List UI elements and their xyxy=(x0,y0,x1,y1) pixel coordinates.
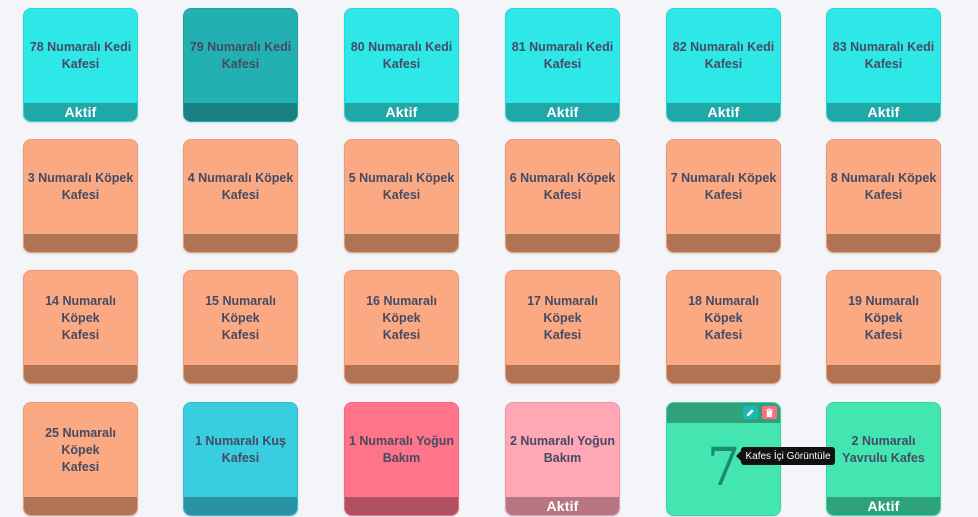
cage-status xyxy=(667,365,780,383)
cage-card-dog-8[interactable]: 8 Numaralı Köpek Kafesi xyxy=(826,139,941,253)
pencil-icon[interactable] xyxy=(743,406,758,419)
cage-card-dog-6[interactable]: 6 Numaralı Köpek Kafesi xyxy=(505,139,620,253)
cage-title: 19 Numaralı Köpek Kafesi xyxy=(848,293,919,342)
cage-status: Aktif xyxy=(345,103,458,121)
cage-card-cat-80[interactable]: 80 Numaralı Kedi Kafesi Aktif xyxy=(344,8,459,122)
cage-title: 5 Numaralı Köpek Kafesi xyxy=(348,171,455,202)
cage-status xyxy=(345,234,458,252)
cage-title: 2 Numaralı Yavrulu Kafes xyxy=(842,434,925,465)
cage-card-intensive-care-1[interactable]: 1 Numaralı Yoğun Bakım xyxy=(344,402,459,516)
cage-title: 4 Numaralı Köpek Kafesi xyxy=(187,171,294,202)
cage-status: Aktif xyxy=(506,497,619,515)
trash-icon[interactable] xyxy=(762,406,777,419)
cage-title: 81 Numaralı Kedi Kafesi xyxy=(511,40,614,71)
cage-status xyxy=(184,103,297,121)
cage-status xyxy=(24,234,137,252)
cage-card-dog-16[interactable]: 16 Numaralı Köpek Kafesi xyxy=(344,270,459,384)
cage-status xyxy=(24,497,137,515)
cage-card-dog-17[interactable]: 17 Numaralı Köpek Kafesi xyxy=(505,270,620,384)
cage-status xyxy=(184,497,297,515)
cage-status: Aktif xyxy=(827,497,940,515)
cage-card-dog-15[interactable]: 15 Numaralı Köpek Kafesi xyxy=(183,270,298,384)
cage-title: 1 Numaralı Yoğun Bakım xyxy=(348,434,455,465)
cage-card-dog-25[interactable]: 25 Numaralı Köpek Kafesi xyxy=(23,402,138,516)
cage-card-cat-78[interactable]: 78 Numaralı Kedi Kafesi Aktif xyxy=(23,8,138,122)
cage-status xyxy=(506,365,619,383)
cage-card-puppy[interactable]: 2 Numaralı Yavrulu Kafes Aktif xyxy=(826,402,941,516)
cage-title: 25 Numaralı Köpek Kafesi xyxy=(45,425,116,474)
cage-title: 17 Numaralı Köpek Kafesi xyxy=(527,293,598,342)
cage-status: Aktif xyxy=(667,103,780,121)
cage-title: 15 Numaralı Köpek Kafesi xyxy=(205,293,276,342)
cage-status xyxy=(827,365,940,383)
cage-title: 16 Numaralı Köpek Kafesi xyxy=(366,293,437,342)
cage-status xyxy=(506,234,619,252)
cage-number: 7 xyxy=(706,438,741,498)
cage-status xyxy=(345,497,458,515)
cage-card-dog-14[interactable]: 14 Numaralı Köpek Kafesi xyxy=(23,270,138,384)
cage-title: 3 Numaralı Köpek Kafesi xyxy=(27,171,134,202)
cage-card-dog-5[interactable]: 5 Numaralı Köpek Kafesi xyxy=(344,139,459,253)
cage-status xyxy=(827,234,940,252)
cage-card-dog-4[interactable]: 4 Numaralı Köpek Kafesi xyxy=(183,139,298,253)
cage-title: 83 Numaralı Kedi Kafesi xyxy=(832,40,935,71)
cage-status xyxy=(184,234,297,252)
cage-card-bird-1[interactable]: 1 Numaralı Kuş Kafesi xyxy=(183,402,298,516)
cage-card-dog-7[interactable]: 7 Numaralı Köpek Kafesi xyxy=(666,139,781,253)
cage-title: 79 Numaralı Kedi Kafesi xyxy=(189,40,292,71)
cage-card-cat-82[interactable]: 82 Numaralı Kedi Kafesi Aktif xyxy=(666,8,781,122)
cage-title: 82 Numaralı Kedi Kafesi xyxy=(672,40,775,71)
cage-status: Aktif xyxy=(827,103,940,121)
cage-card-dog-19[interactable]: 19 Numaralı Köpek Kafesi xyxy=(826,270,941,384)
cage-status xyxy=(184,365,297,383)
view-camera-tooltip: Kafes İçi Görüntüle xyxy=(736,447,835,465)
cage-title: 7 Numaralı Köpek Kafesi xyxy=(670,171,777,202)
cage-title: 8 Numaralı Köpek Kafesi xyxy=(830,171,937,202)
cage-title: 18 Numaralı Köpek Kafesi xyxy=(688,293,759,342)
cage-status: Aktif xyxy=(506,103,619,121)
cage-title: 2 Numaralı Yoğun Bakım xyxy=(509,434,616,465)
cage-card-dog-3[interactable]: 3 Numaralı Köpek Kafesi xyxy=(23,139,138,253)
cage-title: 78 Numaralı Kedi Kafesi xyxy=(29,40,132,71)
cage-title: 6 Numaralı Köpek Kafesi xyxy=(509,171,616,202)
cage-title: 14 Numaralı Köpek Kafesi xyxy=(45,293,116,342)
cage-status xyxy=(667,234,780,252)
cage-card-cat-79[interactable]: 79 Numaralı Kedi Kafesi xyxy=(183,8,298,122)
cage-card-dog-18[interactable]: 18 Numaralı Köpek Kafesi xyxy=(666,270,781,384)
cage-status xyxy=(24,365,137,383)
cage-status: Aktif xyxy=(24,103,137,121)
cage-card-intensive-care-2[interactable]: 2 Numaralı Yoğun Bakım Aktif xyxy=(505,402,620,516)
cage-card-cat-81[interactable]: 81 Numaralı Kedi Kafesi Aktif xyxy=(505,8,620,122)
cage-title: 1 Numaralı Kuş Kafesi xyxy=(194,434,286,465)
cage-card-cat-83[interactable]: 83 Numaralı Kedi Kafesi Aktif xyxy=(826,8,941,122)
cage-title: 80 Numaralı Kedi Kafesi xyxy=(350,40,453,71)
cage-status xyxy=(345,365,458,383)
